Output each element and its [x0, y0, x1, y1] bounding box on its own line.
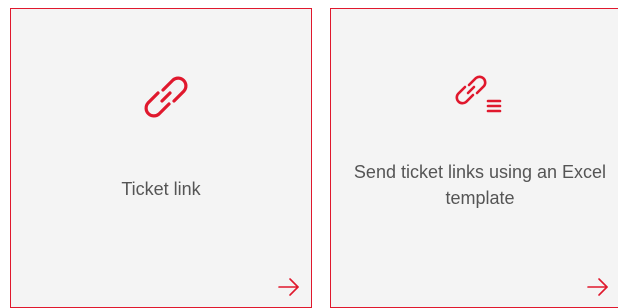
link-icon [144, 76, 188, 118]
arrow-right-icon[interactable] [586, 277, 610, 297]
link-list-icon [455, 75, 502, 113]
ticket-link-card[interactable]: Ticket link [10, 8, 312, 308]
card-label: Ticket link [121, 179, 201, 199]
arrow-right-icon[interactable] [277, 277, 301, 297]
excel-template-card[interactable]: Send ticket links using an Excel templat… [330, 8, 618, 308]
card-label: Send ticket links using an Excel templat… [353, 162, 607, 208]
